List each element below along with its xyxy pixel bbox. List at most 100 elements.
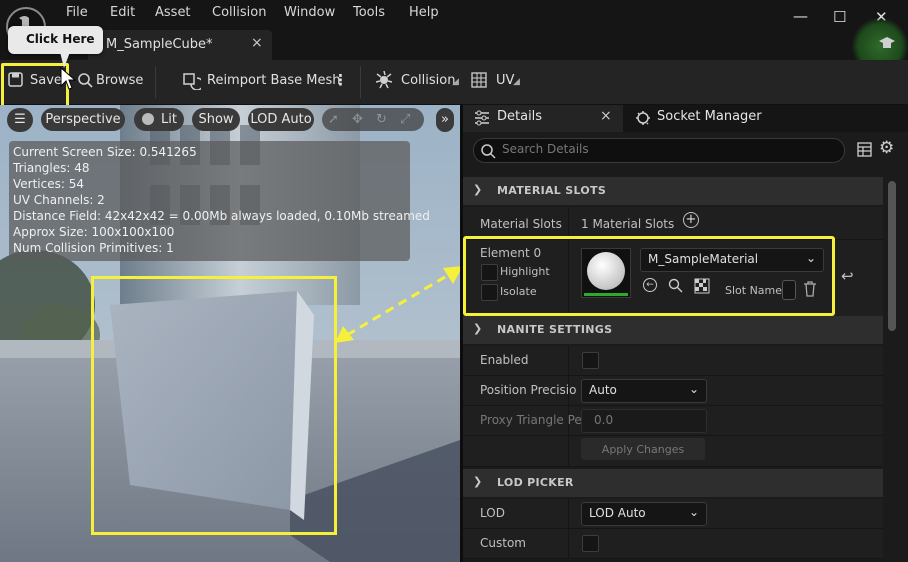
custom-checkbox[interactable] — [582, 535, 599, 552]
search-icon — [481, 144, 496, 159]
stat-vertices: Vertices: 54 — [13, 177, 84, 191]
lod-label: LOD — [480, 506, 505, 520]
cube-highlight-box — [91, 276, 337, 535]
collision-button[interactable]: Collision — [401, 73, 455, 88]
enabled-checkbox[interactable] — [582, 352, 599, 369]
tab-socket-manager[interactable]: Socket Manager — [626, 105, 801, 132]
menu-window[interactable]: Window — [284, 5, 335, 20]
stat-approx-size: Approx Size: 100x100x100 — [13, 225, 175, 239]
reimport-base-mesh-button[interactable]: Reimport Base Mesh — [207, 73, 341, 88]
settings-gear-icon[interactable]: ⚙ — [879, 138, 894, 158]
add-material-slot-icon[interactable]: + — [683, 212, 699, 228]
position-precision-value: Auto — [589, 383, 617, 397]
stat-distance-field: Distance Field: 42x42x42 = 0.00Mb always… — [13, 209, 430, 223]
row-divider — [568, 529, 569, 558]
search-placeholder: Search Details — [502, 142, 589, 156]
position-precision-row: Position Precisio Auto ⌄ — [463, 376, 883, 406]
viewport-menu-button[interactable]: ☰ — [7, 108, 33, 132]
document-tab[interactable]: M_SampleCube* × — [88, 30, 272, 60]
proxy-triangle-input[interactable]: 0.0 — [581, 409, 707, 433]
stat-collision-primitives: Num Collision Primitives: 1 — [13, 241, 174, 255]
material-slots-count: 1 Material Slots — [581, 217, 675, 231]
chevron-down-icon: ⌄ — [688, 505, 699, 519]
details-panel: Details × Socket Manager Search Details … — [463, 105, 908, 562]
custom-label: Custom — [480, 536, 526, 550]
menu-tools[interactable]: Tools — [353, 5, 385, 20]
enabled-row: Enabled — [463, 346, 883, 376]
browse-icon — [78, 73, 93, 88]
show-button[interactable]: Show — [192, 108, 240, 131]
chevron-down-icon: ❯ — [473, 183, 483, 196]
dashed-double-arrow — [335, 266, 463, 343]
scale-tool-icon[interactable]: ⤢ — [400, 108, 410, 131]
tab-details-label: Details — [497, 109, 543, 124]
lod-row: LOD LOD Auto ⌄ — [463, 499, 883, 529]
perspective-button[interactable]: Perspective — [41, 108, 125, 131]
mouse-cursor-icon — [60, 67, 76, 90]
socket-manager-icon — [636, 111, 650, 125]
document-tab-label: M_SampleCube* — [106, 37, 213, 52]
menu-file[interactable]: File — [66, 5, 88, 20]
graduation-cap-icon — [879, 37, 895, 48]
click-here-callout: Click Here — [8, 26, 103, 54]
close-details-tab-icon[interactable]: × — [600, 108, 612, 124]
transform-tools-group: ➚ ✥ ↻ ⤢ — [322, 108, 424, 131]
chevron-down-icon: ⌄ — [688, 382, 699, 396]
lit-label: Lit — [161, 112, 177, 127]
material-slots-header[interactable]: ❯ MATERIAL SLOTS — [463, 177, 883, 205]
collision-icon — [375, 70, 393, 89]
menu-collision[interactable]: Collision — [212, 5, 266, 20]
apply-changes-row: Apply Changes — [463, 436, 883, 467]
browse-button[interactable]: Browse — [96, 73, 143, 88]
close-tab-icon[interactable]: × — [251, 35, 263, 51]
proxy-triangle-label: Proxy Triangle Pe — [480, 413, 582, 427]
position-precision-label: Position Precisio — [480, 383, 577, 397]
rotate-tool-icon[interactable]: ↻ — [376, 108, 387, 131]
proxy-triangle-row: Proxy Triangle Pe 0.0 — [463, 406, 883, 436]
apply-changes-label: Apply Changes — [601, 443, 685, 456]
minimize-button[interactable]: — — [793, 7, 808, 25]
menu-edit[interactable]: Edit — [110, 5, 135, 20]
lod-dropdown[interactable]: LOD Auto ⌄ — [581, 502, 707, 526]
row-divider — [568, 499, 569, 528]
row-divider — [568, 436, 569, 466]
details-icon — [475, 110, 489, 126]
table-view-icon[interactable] — [857, 142, 872, 157]
lit-button[interactable]: Lit — [134, 108, 184, 131]
more-options-icon[interactable]: ⋮ — [333, 71, 348, 89]
tab-details[interactable]: Details × — [463, 105, 623, 132]
lit-sphere-icon — [142, 113, 154, 125]
panel-splitter[interactable] — [460, 105, 463, 562]
lod-picker-header[interactable]: ❯ LOD PICKER — [463, 469, 883, 497]
reset-to-default-icon[interactable]: ↩ — [841, 267, 854, 285]
menu-asset[interactable]: Asset — [155, 5, 191, 20]
reimport-icon — [183, 73, 201, 90]
row-divider — [568, 346, 569, 375]
menu-help[interactable]: Help — [409, 5, 439, 20]
nanite-settings-title: NANITE SETTINGS — [497, 323, 613, 336]
lod-button[interactable]: LOD Auto — [248, 108, 314, 131]
viewport-expand-button[interactable]: » — [436, 108, 454, 132]
toolbar-separator — [155, 66, 156, 98]
toolbar-separator — [360, 66, 361, 98]
stat-uv-channels: UV Channels: 2 — [13, 193, 105, 207]
scrollbar-thumb[interactable] — [888, 181, 896, 331]
uv-dropdown-icon[interactable]: ◢ — [513, 77, 520, 87]
chevron-down-icon: ❯ — [473, 322, 483, 335]
nanite-settings-header[interactable]: ❯ NANITE SETTINGS — [463, 316, 883, 344]
lod-picker-title: LOD PICKER — [497, 476, 574, 489]
uv-button[interactable]: UV — [496, 73, 514, 88]
toolbar: Save Browse Reimport Base Mesh ⋮ Collisi… — [0, 60, 908, 105]
title-bar: File Edit Asset Collision Window Tools H… — [0, 0, 908, 74]
translate-tool-icon[interactable]: ✥ — [352, 108, 363, 131]
lod-dropdown-value: LOD Auto — [589, 506, 646, 520]
search-input[interactable]: Search Details — [473, 138, 845, 163]
enabled-label: Enabled — [480, 353, 529, 367]
maximize-button[interactable]: ☐ — [833, 8, 846, 26]
collision-dropdown-icon[interactable]: ◢ — [452, 77, 459, 87]
position-precision-dropdown[interactable]: Auto ⌄ — [581, 379, 707, 403]
tab-socket-manager-label: Socket Manager — [657, 109, 762, 124]
stats-overlay: Current Screen Size: 0.541265 Triangles:… — [9, 141, 430, 261]
apply-changes-button[interactable]: Apply Changes — [581, 438, 705, 460]
select-tool-icon[interactable]: ➚ — [328, 108, 339, 131]
